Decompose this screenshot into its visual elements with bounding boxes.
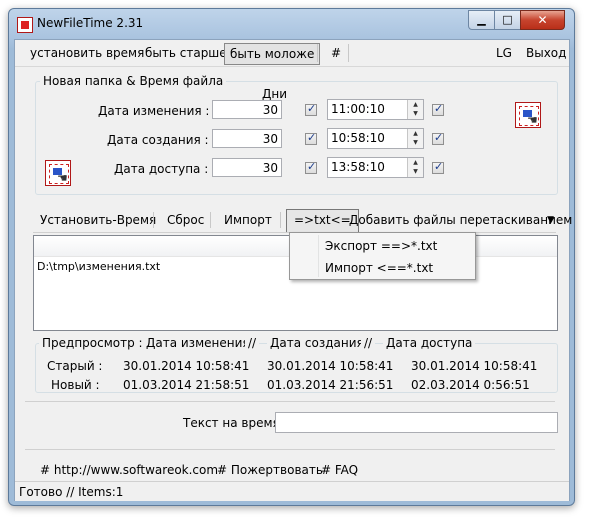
- reset-button[interactable]: Сброс: [160, 209, 211, 231]
- import-button[interactable]: Импорт: [217, 209, 279, 231]
- created-time-spinner[interactable]: ▲ ▼: [407, 129, 423, 148]
- spin-down-icon: ▼: [413, 168, 418, 175]
- divider: [25, 401, 555, 402]
- menu-set-time[interactable]: установить время: [25, 44, 149, 62]
- menu-younger[interactable]: быть моложе: [224, 43, 321, 65]
- menu-divider: [317, 44, 318, 62]
- spin-up-icon: ▲: [413, 101, 418, 108]
- website-link[interactable]: # http://www.softwareok.com: [40, 463, 218, 477]
- status-text: Готово // Items:1: [19, 485, 124, 499]
- window-title: NewFileTime 2.31: [37, 16, 144, 30]
- maximize-button[interactable]: □: [494, 10, 521, 30]
- text-time-input[interactable]: [275, 412, 558, 433]
- spin-down-icon: ▼: [413, 110, 418, 117]
- minimize-icon: ▁: [477, 13, 486, 26]
- preview-col-access: Дата доступа: [383, 336, 476, 350]
- hand-pointer-icon: ☚: [527, 113, 538, 127]
- preview-old-created: 30.01.2014 10:58:41: [267, 359, 394, 373]
- created-time-value: 10:58:10: [331, 131, 385, 145]
- text-time-label: Текст на время: [183, 416, 280, 430]
- toolbar-divider: [153, 212, 154, 228]
- menu-item-import-txt[interactable]: Импорт <==*.txt: [290, 257, 475, 279]
- client-area: установить время быть старше быть моложе…: [14, 39, 572, 501]
- menu-hash[interactable]: #: [326, 44, 346, 62]
- menu-divider: [348, 44, 349, 62]
- created-days-input[interactable]: 30: [212, 129, 282, 148]
- close-icon: ✕: [537, 13, 548, 27]
- title-bar[interactable]: NewFileTime 2.31 ▁ □ ✕: [9, 9, 574, 39]
- toolbar-divider: [210, 212, 211, 228]
- access-time-checkbox[interactable]: [432, 160, 444, 174]
- created-time-checkbox[interactable]: [432, 131, 444, 145]
- folder-time-icon-button[interactable]: ☚: [45, 160, 71, 186]
- created-days-checkbox[interactable]: [305, 131, 317, 145]
- spin-up-icon: ▲: [413, 130, 418, 137]
- modified-time-spinner[interactable]: ▲ ▼: [407, 100, 423, 119]
- menu-older[interactable]: быть старше: [140, 44, 232, 62]
- access-time-value: 13:58:10: [331, 160, 385, 174]
- preview-new-created: 01.03.2014 21:56:51: [267, 378, 394, 392]
- app-icon: [17, 17, 33, 33]
- modified-days-checkbox[interactable]: [305, 102, 317, 116]
- preview-old-modified: 30.01.2014 10:58:41: [123, 359, 250, 373]
- spin-up-icon: ▲: [413, 159, 418, 166]
- preview-sep-1: //: [245, 336, 260, 350]
- menu-lg[interactable]: LG: [491, 44, 517, 62]
- preview-col-created: Дата создания: [267, 336, 367, 350]
- modified-label: Дата изменения :: [98, 104, 210, 118]
- status-bar: Готово // Items:1: [15, 481, 569, 501]
- group-title: Новая папка & Время файла: [40, 74, 227, 88]
- set-time-button[interactable]: Установить-Время: [33, 209, 163, 231]
- maximize-icon: □: [502, 13, 513, 26]
- menu-exit[interactable]: Выход: [521, 44, 571, 62]
- modified-time-checkbox[interactable]: [432, 102, 444, 116]
- preview-new-label: Новый :: [51, 378, 100, 392]
- days-header: Дни: [262, 87, 288, 101]
- access-time-input[interactable]: 13:58:10 ▲ ▼: [327, 157, 424, 178]
- access-days-input[interactable]: 30: [212, 158, 282, 177]
- donate-link[interactable]: # Пожертвовать: [217, 463, 323, 477]
- hand-pointer-icon: ☚: [57, 171, 68, 185]
- created-label: Дата создания :: [107, 133, 209, 147]
- preview-new-access: 02.03.2014 0:56:51: [411, 378, 530, 392]
- toolbar-divider: [280, 212, 281, 228]
- close-button[interactable]: ✕: [520, 10, 565, 30]
- modified-time-value: 11:00:10: [331, 102, 385, 116]
- access-time-spinner[interactable]: ▲ ▼: [407, 158, 423, 177]
- preview-old-label: Старый :: [47, 359, 103, 373]
- preview-sep-2: //: [361, 336, 376, 350]
- preview-new-modified: 01.03.2014 21:58:51: [123, 378, 250, 392]
- access-label: Дата доступа :: [114, 162, 209, 176]
- preview-title: Предпросмотр :: [39, 336, 146, 350]
- preview-col-modified: Дата изменения: [143, 336, 253, 350]
- file-time-icon-button[interactable]: ☚: [515, 102, 541, 128]
- app-window: NewFileTime 2.31 ▁ □ ✕ установить время …: [8, 8, 575, 506]
- access-days-checkbox[interactable]: [305, 160, 317, 174]
- modified-days-input[interactable]: 30: [212, 100, 282, 119]
- toolbar: Установить-Время Сброс Импорт =>txt<= До…: [33, 209, 572, 233]
- chevron-down-icon[interactable]: ▼: [543, 209, 558, 231]
- modified-time-input[interactable]: 11:00:10 ▲ ▼: [327, 99, 424, 120]
- created-time-input[interactable]: 10:58:10 ▲ ▼: [327, 128, 424, 149]
- txt-dropdown-menu: Экспорт ==>*.txt Импорт <==*.txt: [289, 232, 476, 280]
- preview-old-access: 30.01.2014 10:58:41: [411, 359, 538, 373]
- list-item[interactable]: D:\tmp\изменения.txt: [37, 260, 160, 273]
- faq-link[interactable]: # FAQ: [321, 463, 358, 477]
- divider: [25, 449, 555, 450]
- minimize-button[interactable]: ▁: [468, 10, 495, 30]
- menu-item-export-txt[interactable]: Экспорт ==>*.txt: [290, 235, 475, 257]
- menu-bar: установить время быть старше быть моложе…: [15, 40, 569, 67]
- spin-down-icon: ▼: [413, 139, 418, 146]
